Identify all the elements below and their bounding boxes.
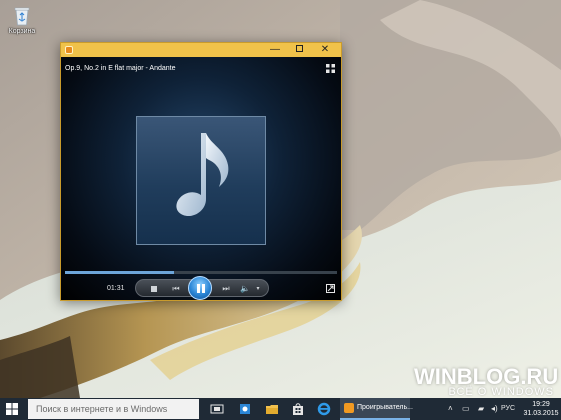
- music-note-icon: [176, 133, 229, 217]
- search-input[interactable]: Поиск в интернете и в Windows: [28, 399, 199, 419]
- windows-start-icon[interactable]: [6, 403, 18, 415]
- recycle-bin[interactable]: Корзина: [6, 4, 38, 35]
- taskbar-media-player[interactable]: Проигрыватель...: [340, 398, 413, 420]
- playback-controls: ⏮ ⏭ 🔈 ▾: [135, 276, 269, 300]
- stop-button[interactable]: [149, 284, 159, 294]
- volume-icon: 🔈: [240, 284, 250, 293]
- close-icon: ✕: [320, 44, 330, 55]
- internet-explorer-icon[interactable]: [316, 401, 332, 417]
- chevron-down-icon: ▾: [256, 286, 260, 292]
- elapsed-time: 01:31: [107, 285, 125, 292]
- taskbar-media-player-label: Проигрыватель...: [357, 404, 413, 411]
- settings-app-icon[interactable]: [237, 401, 253, 417]
- previous-icon: ⏮: [172, 284, 180, 293]
- seek-bar[interactable]: [65, 271, 337, 274]
- show-hidden-icons-icon[interactable]: ˄: [448, 404, 453, 413]
- next-button[interactable]: ⏭: [221, 284, 231, 294]
- now-playing-area: Op.9, No.2 in E flat major - Andante 01:…: [61, 57, 341, 300]
- task-view-icon[interactable]: [209, 401, 225, 417]
- seek-progress: [65, 271, 174, 274]
- store-icon[interactable]: [290, 401, 306, 417]
- previous-button[interactable]: ⏮: [171, 284, 181, 294]
- network-icon[interactable]: ▰: [478, 404, 484, 413]
- album-art: [136, 116, 266, 245]
- volume-dropdown[interactable]: ▾: [253, 284, 263, 294]
- recycle-bin-icon: [14, 6, 30, 26]
- file-explorer-icon[interactable]: [264, 401, 280, 417]
- volume-icon[interactable]: ◂): [491, 404, 498, 413]
- track-title: Op.9, No.2 in E flat major - Andante: [65, 65, 176, 72]
- stop-icon: [151, 286, 157, 292]
- maximize-icon: [295, 44, 303, 52]
- clock-date: 31.03.2015: [523, 410, 559, 417]
- recycle-bin-label: Корзина: [8, 28, 36, 35]
- close-button[interactable]: ✕: [313, 43, 337, 57]
- pause-icon: [197, 284, 200, 293]
- clock[interactable]: 19:29 31.03.2015: [521, 400, 561, 418]
- media-player-icon: [65, 46, 73, 54]
- mute-button[interactable]: 🔈: [240, 284, 250, 294]
- media-player-icon: [344, 403, 354, 413]
- language-indicator[interactable]: РУС: [501, 405, 515, 412]
- watermark: WINBLOG.RU ВСЁ О WINDOWS: [414, 364, 558, 398]
- switch-to-library-icon[interactable]: [326, 64, 335, 73]
- clock-time: 19:29: [532, 401, 550, 408]
- minimize-button[interactable]: —: [263, 43, 287, 57]
- title-bar[interactable]: — ✕: [61, 43, 341, 57]
- next-icon: ⏭: [222, 284, 230, 293]
- maximize-button[interactable]: [287, 43, 311, 57]
- pause-button[interactable]: [188, 276, 212, 300]
- fullscreen-icon[interactable]: [326, 284, 335, 293]
- battery-icon[interactable]: ▭: [462, 404, 470, 413]
- search-placeholder: Поиск в интернете и в Windows: [36, 404, 168, 414]
- media-player-window: — ✕ Op.9, No.2 in E flat major - Andante: [60, 42, 342, 301]
- taskbar: Поиск в интернете и в Windows Проигрыват…: [0, 398, 561, 420]
- minimize-icon: —: [270, 44, 280, 55]
